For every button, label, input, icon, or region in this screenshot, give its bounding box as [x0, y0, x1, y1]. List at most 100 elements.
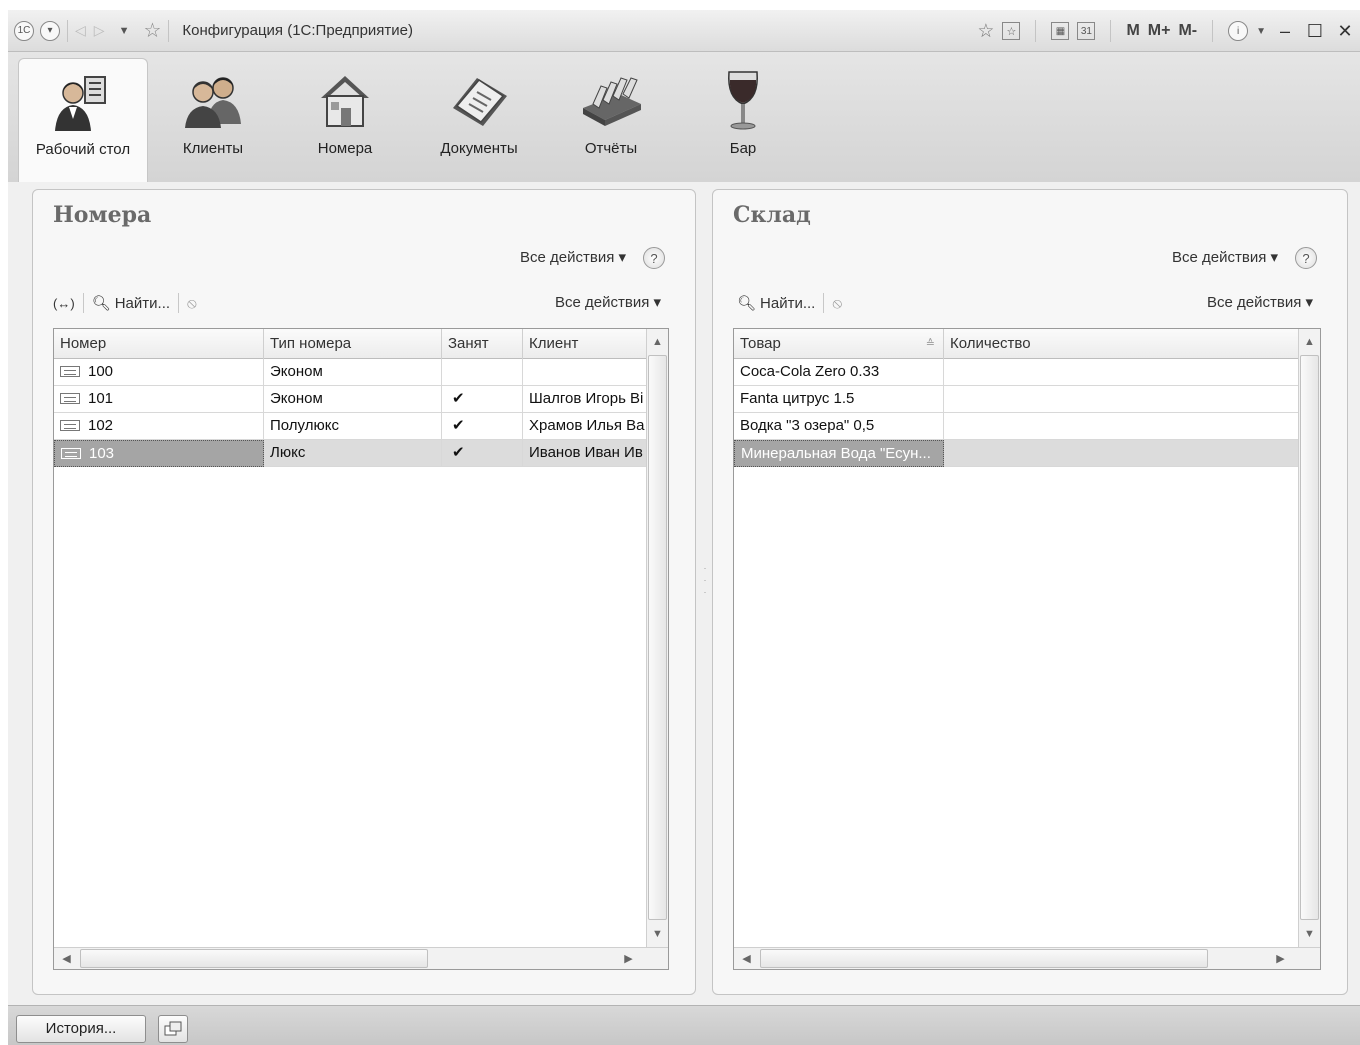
search-icon: 🔍︎	[737, 295, 757, 312]
stock-table[interactable]: Товар ≙ Количество Coca-Cola Zero 0.33 Fa…	[733, 328, 1321, 970]
table-row[interactable]: Минеральная Вода "Есун...	[734, 440, 1299, 467]
room-item-icon	[60, 420, 80, 431]
room-item-icon	[60, 393, 80, 404]
favorites-star-icon[interactable]: ☆	[143, 18, 161, 43]
section-clients[interactable]: Клиенты	[148, 58, 278, 182]
section-documents[interactable]: Документы	[414, 58, 544, 182]
memory-button-m-minus[interactable]: M-	[1178, 22, 1197, 40]
cell-occupied: ✔	[442, 386, 523, 413]
history-dropdown-icon[interactable]: ▼	[119, 25, 130, 37]
all-actions-list-menu[interactable]: Все действия ▾	[1207, 293, 1313, 311]
find-button[interactable]: Найти...	[115, 295, 170, 312]
cell-occupied: ✔	[442, 440, 523, 467]
column-header-item[interactable]: Товар ≙	[734, 329, 944, 359]
cell-quantity	[944, 440, 1299, 467]
info-icon[interactable]: i	[1228, 21, 1249, 41]
scroll-thumb[interactable]	[648, 355, 667, 920]
close-button[interactable]: ✕	[1334, 21, 1356, 42]
column-header-occupied[interactable]: Занят	[442, 329, 523, 359]
room-item-icon	[60, 366, 80, 377]
cell-type: Эконом	[264, 386, 442, 413]
section-label: Документы	[440, 140, 518, 157]
title-bar: 1C ▾ ◁ ▷ ▼ ☆ Конфигурация (1С:Предприяти…	[8, 10, 1360, 52]
cell-quantity	[944, 359, 1299, 386]
cell-number: 103	[54, 440, 264, 467]
table-row[interactable]: 102 Полулюкс ✔ Храмов Илья Ва	[54, 413, 647, 440]
section-rooms[interactable]: Номера	[280, 58, 410, 182]
column-header-number[interactable]: Номер	[54, 329, 264, 359]
cell-occupied	[442, 359, 523, 386]
windows-list-button[interactable]	[158, 1015, 188, 1043]
section-reports[interactable]: Отчёты	[546, 58, 676, 182]
cancel-search-icon[interactable]: ⦸	[187, 295, 197, 312]
status-bar: История...	[8, 1005, 1360, 1045]
table-row[interactable]: 100 Эконом	[54, 359, 647, 386]
column-header-client[interactable]: Клиент	[523, 329, 647, 359]
show-hierarchy-icon[interactable]: (↔)	[53, 296, 75, 311]
vertical-scrollbar[interactable]: ▲ ▼	[646, 329, 668, 947]
scroll-thumb[interactable]	[1300, 355, 1319, 920]
app-logo-icon[interactable]: 1C	[14, 20, 34, 41]
cell-item: Fanta цитрус 1.5	[734, 386, 944, 413]
history-button[interactable]: История...	[16, 1015, 146, 1043]
cell-item: Минеральная Вода "Есун...	[734, 440, 944, 467]
panel-splitter[interactable]: · · ·	[702, 562, 708, 612]
scroll-thumb[interactable]	[760, 949, 1208, 968]
scroll-up-arrow-icon[interactable]: ▲	[1299, 331, 1320, 353]
info-dropdown-icon[interactable]: ▼	[1256, 26, 1266, 37]
all-actions-list-menu[interactable]: Все действия ▾	[555, 293, 661, 311]
horizontal-scrollbar[interactable]: ◀ ▶	[54, 947, 668, 969]
section-bar[interactable]: Бар	[678, 58, 808, 182]
main-menu-button[interactable]: ▾	[40, 20, 60, 41]
scroll-left-arrow-icon[interactable]: ◀	[56, 948, 77, 969]
scroll-up-arrow-icon[interactable]: ▲	[647, 331, 668, 353]
section-desktop[interactable]: Рабочий стол	[18, 58, 148, 182]
column-header-type[interactable]: Тип номера	[264, 329, 442, 359]
scroll-down-arrow-icon[interactable]: ▼	[1299, 923, 1320, 945]
cell-type: Полулюкс	[264, 413, 442, 440]
help-icon[interactable]: ?	[1295, 247, 1317, 269]
scroll-right-arrow-icon[interactable]: ▶	[1270, 948, 1291, 969]
cell-quantity	[944, 386, 1299, 413]
rooms-table[interactable]: Номер Тип номера Занят Клиент 100 Эконом…	[53, 328, 669, 970]
column-header-quantity[interactable]: Количество	[944, 329, 1299, 359]
desktop-person-icon	[55, 76, 106, 131]
cell-quantity	[944, 413, 1299, 440]
scroll-left-arrow-icon[interactable]: ◀	[736, 948, 757, 969]
minimize-button[interactable]: –	[1274, 21, 1296, 42]
cell-item: Водка "3 озера" 0,5	[734, 413, 944, 440]
table-row[interactable]: Водка "3 озера" 0,5	[734, 413, 1299, 440]
table-row[interactable]: 103 Люкс ✔ Иванов Иван Ив	[54, 440, 647, 467]
rooms-toolbar: (↔) 🔍︎ Найти... ⦸	[53, 290, 197, 316]
help-icon[interactable]: ?	[643, 247, 665, 269]
forward-button[interactable]: ▷	[94, 22, 105, 39]
cell-number: 101	[54, 386, 264, 413]
search-icon: 🔍︎	[91, 295, 111, 312]
section-label: Клиенты	[182, 140, 244, 157]
calendar-icon[interactable]: 31	[1077, 22, 1096, 40]
scroll-down-arrow-icon[interactable]: ▼	[647, 923, 668, 945]
table-row[interactable]: Fanta цитрус 1.5	[734, 386, 1299, 413]
bookmark-icon[interactable]: ☆	[1002, 22, 1021, 40]
table-row[interactable]: 101 Эконом ✔ Шалгов Игорь Ві	[54, 386, 647, 413]
scroll-right-arrow-icon[interactable]: ▶	[618, 948, 639, 969]
calculator-icon[interactable]: ▦	[1051, 22, 1070, 40]
memory-button-m-plus[interactable]: M+	[1148, 22, 1171, 40]
cancel-search-icon[interactable]: ⦸	[832, 295, 842, 312]
favorites-icon[interactable]: ☆	[977, 20, 994, 43]
all-actions-form-menu[interactable]: Все действия ▾	[1172, 248, 1278, 266]
maximize-button[interactable]: ☐	[1304, 21, 1326, 42]
table-row[interactable]: Coca-Cola Zero 0.33	[734, 359, 1299, 386]
clients-icon	[185, 77, 241, 128]
windows-icon	[164, 1021, 182, 1036]
scroll-thumb[interactable]	[80, 949, 428, 968]
all-actions-form-menu[interactable]: Все действия ▾	[520, 248, 626, 266]
section-label: Рабочий стол	[35, 141, 131, 158]
cell-item: Coca-Cola Zero 0.33	[734, 359, 944, 386]
back-button[interactable]: ◁	[75, 22, 86, 39]
cell-occupied: ✔	[442, 413, 523, 440]
vertical-scrollbar[interactable]: ▲ ▼	[1298, 329, 1320, 947]
memory-button-m[interactable]: M	[1126, 22, 1139, 40]
find-button[interactable]: Найти...	[760, 295, 815, 312]
horizontal-scrollbar[interactable]: ◀ ▶	[734, 947, 1320, 969]
